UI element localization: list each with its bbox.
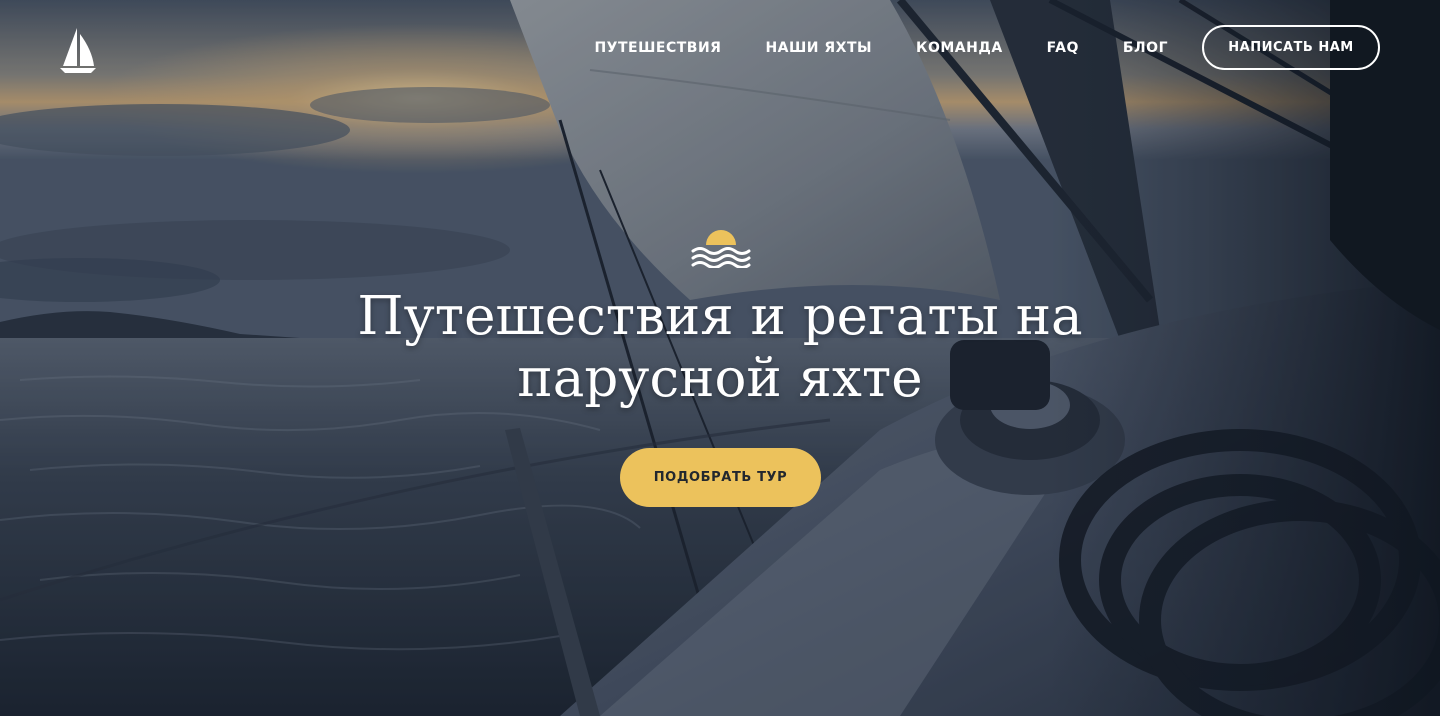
nav-link-team[interactable]: КОМАНДА	[916, 40, 1003, 56]
main-nav: ПУТЕШЕСТВИЯ НАШИ ЯХТЫ КОМАНДА FAQ БЛОГ Н…	[594, 24, 1380, 71]
find-tour-button[interactable]: ПОДОБРАТЬ ТУР	[620, 448, 821, 507]
contact-us-button[interactable]: НАПИСАТЬ НАМ	[1202, 25, 1380, 70]
nav-link-travels[interactable]: ПУТЕШЕСТВИЯ	[594, 40, 721, 56]
sailboat-icon[interactable]	[58, 26, 98, 74]
nav-link-our-yachts[interactable]: НАШИ ЯХТЫ	[765, 40, 872, 56]
nav-link-faq[interactable]: FAQ	[1047, 40, 1079, 56]
sun-over-waves-icon	[691, 230, 751, 268]
hero-title: Путешествия и регаты на парусной яхте	[357, 286, 1083, 409]
hero-section: ПУТЕШЕСТВИЯ НАШИ ЯХТЫ КОМАНДА FAQ БЛОГ Н…	[0, 0, 1440, 716]
nav-link-blog[interactable]: БЛОГ	[1123, 40, 1168, 56]
